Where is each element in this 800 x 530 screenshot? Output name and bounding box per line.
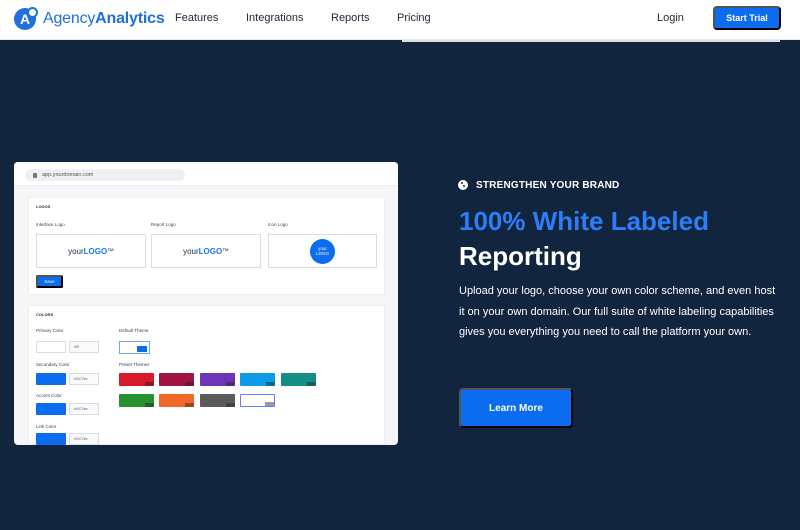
preset-theme-gray[interactable] [200,394,235,407]
report-logo-upload[interactable]: your LOGO ™ [151,234,261,268]
trademark-mark: ™ [107,247,114,255]
accent-color-swatch[interactable] [36,403,66,415]
lock-icon [33,172,37,178]
preset-theme-red[interactable] [119,373,154,386]
logo-prefix: Agency [43,10,96,27]
address-text: app.yourdomain.com [42,172,94,178]
nav-link-features[interactable]: Features [175,12,218,24]
accent-color-label: Accent Color [36,393,62,398]
brand-logo[interactable]: A AgencyAnalytics [14,7,165,30]
icon-logo-upload[interactable]: your LOGO [268,234,377,268]
hero-description: Upload your logo, choose your own color … [459,285,776,338]
link-color-label: Link Color [36,424,57,429]
preset-theme-orange[interactable] [159,394,194,407]
accent-color-value[interactable]: #0072ee [69,403,99,415]
logos-title: LOGOS [36,204,51,209]
logo-suffix: Analytics [95,10,165,27]
agency-analytics-icon: A [14,7,38,30]
learn-more-button[interactable]: Learn More [459,388,573,428]
preset-themes-label: Preset Themes [119,362,150,367]
palette-icon [458,180,468,190]
secondary-color-label: Secondary Color [36,362,70,367]
nav-link-integrations[interactable]: Integrations [246,12,303,24]
default-theme-label: Default Theme [119,328,149,333]
nav-divider [402,40,780,42]
nav-link-reports[interactable]: Reports [331,12,370,24]
icon-logo-label: Icon Logo [268,222,288,227]
preset-theme-magenta[interactable] [159,373,194,386]
primary-color-label: Primary Color [36,328,64,333]
default-theme-accent [137,346,147,352]
logo-emphasis: LOGO [83,246,108,256]
preset-theme-teal[interactable] [281,373,316,386]
logo-emphasis: LOGO [198,246,223,256]
hero-headline: 100% White Labeled Reporting [459,204,709,274]
headline-highlight: 100% White Labeled [459,206,709,236]
interface-logo-label: Interface Logo [36,222,65,227]
colors-title: COLORS [36,312,54,317]
headline-main: Reporting [459,241,582,271]
link-color-swatch[interactable] [36,433,66,445]
logo-prefix: your [68,246,84,256]
logo-prefix: your [183,246,199,256]
primary-color-value[interactable]: #fff [69,341,99,353]
login-link[interactable]: Login [657,12,684,24]
interface-logo-upload[interactable]: your LOGO ™ [36,234,146,268]
section-eyebrow: STRENGTHEN YOUR BRAND [476,180,620,191]
browser-chrome: app.yourdomain.com [14,162,398,186]
start-trial-button[interactable]: Start Trial [713,6,781,30]
logos-panel: LOGOS Interface Logo Report Logo Icon Lo… [28,197,385,295]
trademark-mark: ™ [222,247,229,255]
top-navigation: A AgencyAnalytics Features Integrations … [0,0,800,40]
nav-link-pricing[interactable]: Pricing [397,12,431,24]
primary-color-swatch[interactable] [36,341,66,353]
colors-panel: COLORS Primary Color #fff Secondary Colo… [28,305,385,445]
preset-theme-blue[interactable] [240,373,275,386]
icon-logo-line-2: LOGO [315,250,329,256]
link-color-value[interactable]: #0072ee [69,433,99,445]
preset-theme-purple[interactable] [200,373,235,386]
report-logo-label: Report Logo [151,222,176,227]
brand-logo-text: AgencyAnalytics [43,10,165,28]
save-button[interactable]: Save [36,275,63,288]
address-bar: app.yourdomain.com [25,169,185,181]
preset-theme-green[interactable] [119,394,154,407]
secondary-color-value[interactable]: #0072ee [69,373,99,385]
preset-theme-white[interactable] [240,394,275,407]
default-theme-swatch[interactable] [119,341,150,354]
white-label-mockup: app.yourdomain.com LOGOS Interface Logo … [14,162,398,445]
logo-circle-icon: your LOGO [310,238,335,264]
secondary-color-swatch[interactable] [36,373,66,385]
